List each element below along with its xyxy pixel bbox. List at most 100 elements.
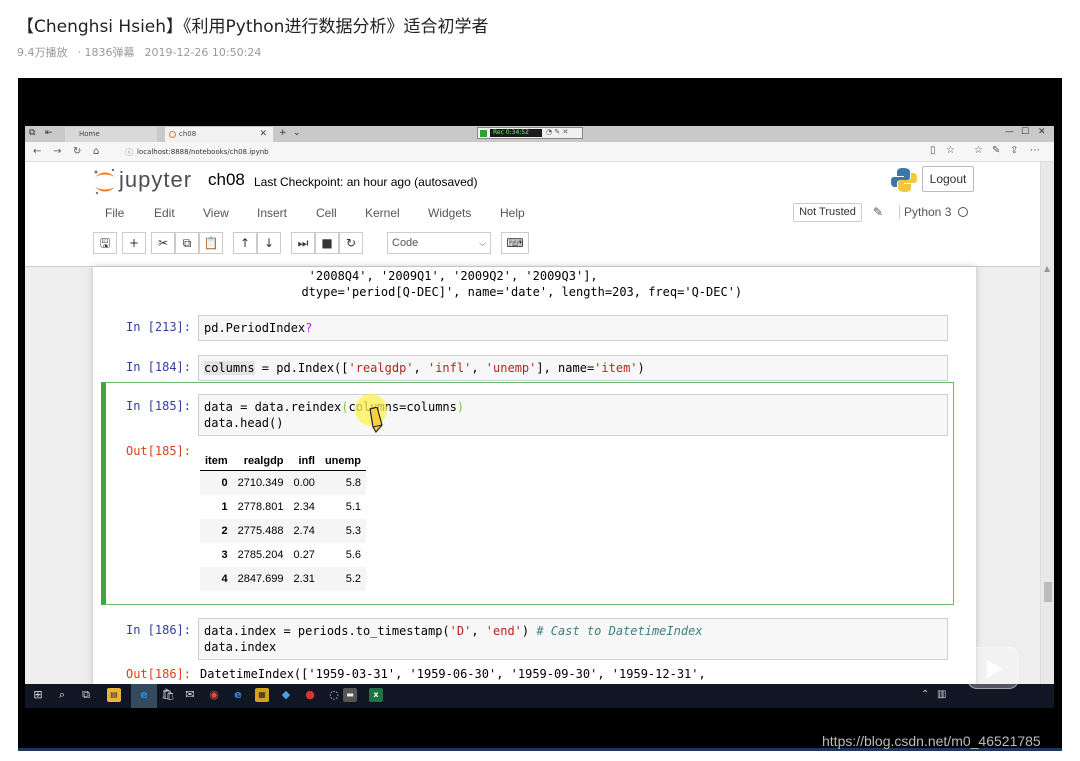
menu-view[interactable]: View <box>203 206 229 220</box>
maximize-icon[interactable]: ☐ <box>1021 127 1029 137</box>
ie-browser-icon[interactable]: e <box>231 688 245 702</box>
publish-date: 2019-12-26 10:50:24 <box>144 46 262 59</box>
search-icon[interactable]: ⌕ <box>55 688 69 702</box>
app-icon-4[interactable]: ◌ <box>327 688 341 702</box>
save-icon[interactable]: 🖫 <box>93 232 117 254</box>
scroll-thumb[interactable] <box>1044 582 1052 602</box>
more-icon[interactable]: ⋯ <box>1030 145 1040 156</box>
minimize-icon[interactable]: — <box>1005 127 1014 137</box>
cell-185-input[interactable]: data = data.reindex(columns=columns) data… <box>198 394 948 436</box>
cell-185-line2: data.head() <box>204 416 284 430</box>
task-view-icon[interactable]: ⧉ <box>79 688 93 702</box>
insert-cell-icon[interactable]: + <box>122 232 146 254</box>
pencil-cursor-icon <box>369 407 383 433</box>
windows-taskbar: ⊞ ⌕ ⧉ ▤ e 🛍 ✉ ◉ e ▦ ◆ ● ◌ ▬ x ⌃ ▥ <box>25 684 1054 708</box>
cell-184-input[interactable]: columns = pd.Index(['realgdp', 'infl', '… <box>198 355 948 381</box>
kernel-name[interactable]: Python 3 <box>899 205 951 219</box>
cell-213-question: ? <box>305 321 313 335</box>
table-row: 4 2847.699 2.31 5.2 <box>200 566 366 591</box>
command-palette-icon[interactable]: ⌨ <box>501 232 529 254</box>
site-info-icon[interactable]: ⓘ <box>125 147 133 158</box>
tray-chevron-icon[interactable]: ⌃ <box>921 689 929 700</box>
cell-type-select[interactable]: Code ⌵ <box>387 232 491 254</box>
cell-184-comma2: , <box>471 361 486 375</box>
video-player[interactable]: ⧉ ⇤ Home ch08 ✕ + ⌄ Rec 0:34:52 ◔ ✎ ✕ — … <box>18 78 1062 750</box>
chevron-down-icon: ⌵ <box>479 238 486 248</box>
menu-cell[interactable]: Cell <box>316 206 337 220</box>
mail-icon[interactable]: ✉ <box>183 688 197 702</box>
play-button[interactable] <box>967 647 1019 689</box>
reading-view-icon[interactable]: ▯ <box>930 145 936 156</box>
tab-ch08[interactable]: ch08 ✕ <box>165 127 273 142</box>
tab-list-chevron-icon[interactable]: ⌄ <box>293 128 301 138</box>
jupyter-logo-text[interactable]: jupyter <box>119 167 192 193</box>
app-icon-2[interactable]: ◆ <box>279 688 293 702</box>
screen-recorder-widget[interactable]: Rec 0:34:52 ◔ ✎ ✕ <box>477 127 583 139</box>
windows-start-icon[interactable]: ⊞ <box>31 688 45 702</box>
cell-type-value: Code <box>392 237 419 249</box>
cell-213-code: pd.PeriodIndex <box>204 321 306 335</box>
back-tabs-icon[interactable]: ⇤ <box>45 128 53 138</box>
url-field[interactable]: ⓘ localhost:8888/notebooks/ch08.ipynb <box>121 145 941 159</box>
cell-213-input[interactable]: pd.PeriodIndex? <box>198 315 948 341</box>
cell-value: 5.3 <box>319 518 366 543</box>
page-scrollbar[interactable]: ▲ <box>1040 162 1054 684</box>
menu-widgets[interactable]: Widgets <box>428 206 471 220</box>
kernel-idle-indicator-icon <box>958 207 968 217</box>
notes-icon[interactable]: ✎ <box>992 145 1000 156</box>
chrome-icon[interactable]: ◉ <box>207 688 221 702</box>
menu-insert[interactable]: Insert <box>257 206 287 220</box>
cell-186-output: DatetimeIndex(['1959-03-31', '1959-06-30… <box>200 667 706 681</box>
menu-help[interactable]: Help <box>500 206 525 220</box>
app-icon-3[interactable]: ● <box>303 688 317 702</box>
restart-icon[interactable]: ↻ <box>339 232 363 254</box>
tab-home[interactable]: Home <box>65 127 157 142</box>
terminal-icon[interactable]: ▬ <box>343 688 357 702</box>
cell-213-prompt: In [213]: <box>125 320 191 334</box>
menu-kernel[interactable]: Kernel <box>365 206 400 220</box>
menu-file[interactable]: File <box>105 206 124 220</box>
close-tab-icon[interactable]: ✕ <box>259 129 267 139</box>
favorite-star-icon[interactable]: ☆ <box>946 145 955 156</box>
previous-output-line2: dtype='period[Q-DEC]', name='date', leng… <box>287 285 743 299</box>
forward-icon[interactable]: → <box>53 146 61 157</box>
interrupt-icon[interactable]: ■ <box>315 232 339 254</box>
notebook-name[interactable]: ch08 <box>208 170 245 190</box>
logout-button[interactable]: Logout <box>922 166 974 192</box>
cell-184-code-a: = pd.Index([ <box>254 361 349 375</box>
row-index: 0 <box>200 470 233 495</box>
app-icon-1[interactable]: ▦ <box>255 688 269 702</box>
paste-icon[interactable]: 📋 <box>199 232 223 254</box>
tab-manager-icon[interactable]: ⧉ <box>29 128 35 138</box>
home-icon[interactable]: ⌂ <box>93 146 99 157</box>
excel-icon[interactable]: x <box>369 688 383 702</box>
menu-edit[interactable]: Edit <box>154 206 175 220</box>
edit-pencil-icon[interactable]: ✎ <box>873 205 883 219</box>
store-icon[interactable]: 🛍 <box>161 688 175 702</box>
edge-browser-icon[interactable]: e <box>137 688 151 702</box>
jupyter-logo-icon[interactable] <box>93 168 117 196</box>
cell-value: 5.6 <box>345 548 361 561</box>
cell-value: 2710.349 <box>232 470 289 495</box>
move-up-icon[interactable]: ↑ <box>233 232 257 254</box>
recorder-tools-icon[interactable]: ◔ ✎ ✕ <box>546 128 568 136</box>
scroll-up-icon[interactable]: ▲ <box>1044 264 1050 273</box>
copy-icon[interactable]: ⧉ <box>175 232 199 254</box>
back-icon[interactable]: ← <box>33 146 41 157</box>
tab-ch08-label: ch08 <box>179 130 197 138</box>
favorites-icon[interactable]: ☆ <box>974 145 983 156</box>
network-icon[interactable]: ▥ <box>937 689 946 700</box>
file-explorer-icon[interactable]: ▤ <box>107 688 121 702</box>
cell-186-input[interactable]: data.index = periods.to_timestamp('D', '… <box>198 618 948 660</box>
close-window-icon[interactable]: ✕ <box>1038 127 1046 137</box>
cell-value: 5.2 <box>319 566 366 591</box>
run-icon[interactable]: ⏭ <box>291 232 315 254</box>
not-trusted-button[interactable]: Not Trusted <box>793 203 862 222</box>
share-icon[interactable]: ⇪ <box>1010 145 1018 156</box>
url-text: localhost:8888/notebooks/ch08.ipynb <box>137 148 269 156</box>
move-down-icon[interactable]: ↓ <box>257 232 281 254</box>
cut-icon[interactable]: ✂ <box>151 232 175 254</box>
browser-addressbar: ← → ↻ ⌂ ⓘ localhost:8888/notebooks/ch08.… <box>25 142 1054 162</box>
new-tab-icon[interactable]: + <box>279 128 287 138</box>
refresh-icon[interactable]: ↻ <box>73 146 81 157</box>
